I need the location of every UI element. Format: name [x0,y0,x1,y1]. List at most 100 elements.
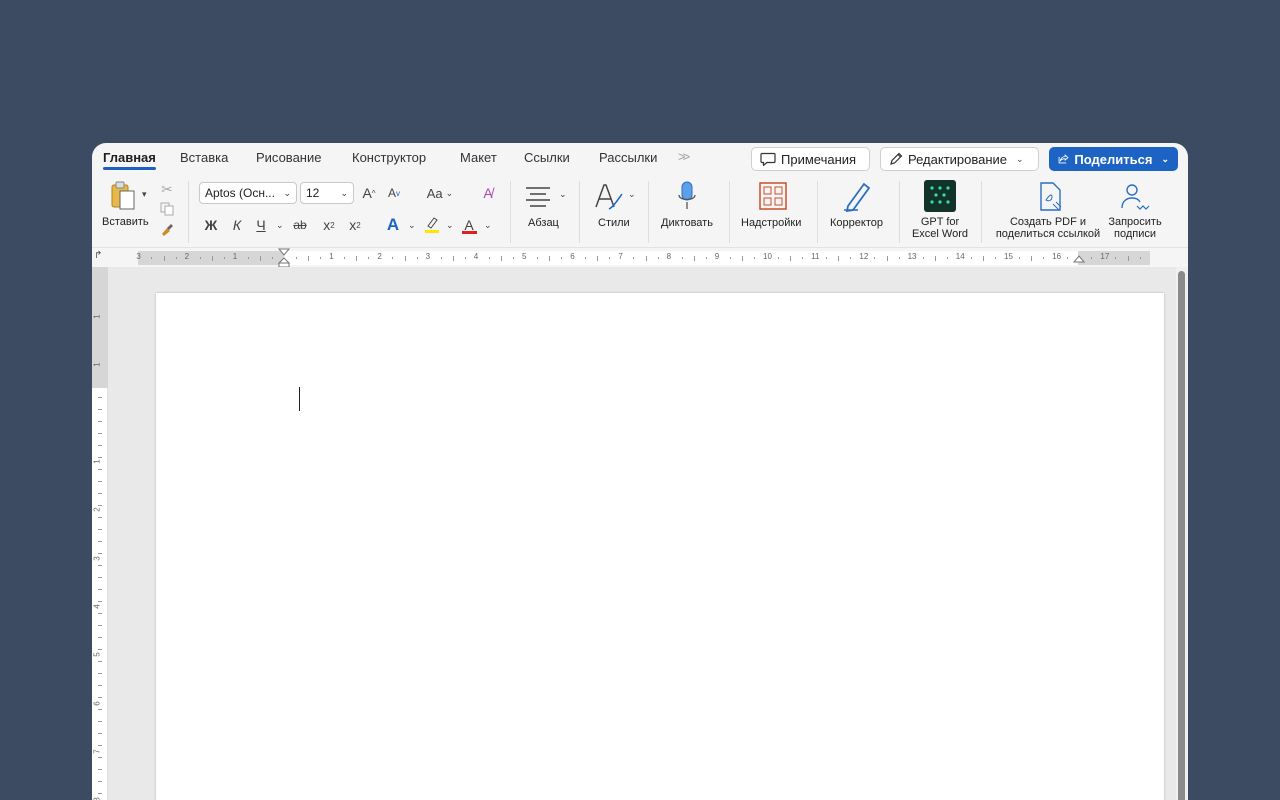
paragraph-align-icon[interactable] [522,185,554,209]
pdf-link-icon[interactable] [1036,181,1066,213]
horizontal-ruler[interactable]: ↱ 3 2 1 1 2 3 4 5 6 7 8 9 10 11 12 13 14 15 16 17 [92,247,1188,268]
tab-insert[interactable]: Вставка [180,150,228,165]
font-size-select[interactable]: 12 ⌄ [300,182,354,204]
bold-button[interactable]: Ж [202,215,220,235]
format-painter-icon[interactable] [159,221,175,237]
more-tabs-icon[interactable]: >> [678,149,690,164]
font-name-select[interactable]: Aptos (Осн... ⌄ [199,182,297,204]
ruler-tick [934,255,936,261]
ruler-tick [440,257,442,259]
gpt-for-excel-word-icon[interactable] [924,180,956,212]
ruler-number: 4 [92,604,102,609]
copy-icon[interactable] [159,201,175,217]
font-color-chevron-icon[interactable]: ⌄ [484,220,492,231]
ruler-tick [98,697,102,698]
tab-stop-selector-icon[interactable]: ↱ [94,250,102,261]
change-case-button[interactable]: Aa ⌄ [423,183,457,203]
ruler-tick [98,745,102,746]
subscript-button[interactable]: x2 [320,215,338,235]
share-button[interactable]: Поделиться ⌄ [1049,147,1178,171]
paragraph-label[interactable]: Абзац [528,217,559,229]
italic-button[interactable]: К [228,215,246,235]
paste-options-chevron-icon[interactable]: ▾ [142,189,147,200]
ruler-tick [970,257,972,259]
ruler-number: 15 [1004,252,1013,261]
styles-label[interactable]: Стили [598,217,630,229]
highlight-icon[interactable] [423,215,441,235]
ruler-tick [1091,257,1093,259]
document-page[interactable] [156,293,1164,800]
underline-options-chevron-icon[interactable]: ⌄ [276,220,284,231]
addins-label[interactable]: Надстройки [741,217,801,229]
gpt-label-line1: GPT for [920,216,960,228]
vertical-scrollbar[interactable] [1176,267,1188,800]
paste-icon[interactable] [109,181,137,211]
ruler-tick [898,257,900,259]
ruler-tick [946,257,948,259]
ruler-tick [1031,255,1033,261]
cut-icon[interactable]: ✂ [159,181,175,197]
signatures-label[interactable]: Запросить подписи [1103,216,1167,240]
grow-font-button[interactable]: A ^ [359,183,379,203]
ruler-number: 4 [473,252,479,261]
document-canvas[interactable] [108,267,1176,800]
strikethrough-button[interactable]: ab [290,215,310,235]
editor-pen-icon[interactable] [842,180,874,212]
shrink-font-button[interactable]: Av [384,183,404,203]
group-separator [899,181,900,243]
request-signature-icon[interactable] [1119,181,1151,213]
chevron-down-icon[interactable]: ⌄ [1161,154,1169,165]
ruler-tick [98,481,102,482]
gpt-label[interactable]: GPT for Excel Word [910,216,970,240]
ruler-tick [98,493,102,494]
dictate-label[interactable]: Диктовать [661,217,713,229]
ruler-number: 13 [907,252,917,261]
text-effects-icon[interactable]: A [384,215,402,235]
ruler-tick [98,409,102,410]
font-color-button[interactable]: A [460,215,478,235]
vertical-ruler[interactable]: 1112345678 [92,267,108,800]
microphone-icon[interactable] [676,179,698,213]
styles-chevron-icon[interactable]: ⌄ [628,189,636,200]
scrollbar-thumb[interactable] [1178,271,1185,800]
grow-font-icon: A [362,185,372,201]
highlight-chevron-icon[interactable]: ⌄ [446,220,454,231]
right-indent-marker-icon[interactable] [1073,254,1085,266]
ruler-tick [98,577,102,578]
indent-marker-icon[interactable] [278,248,290,268]
ruler-tick [98,565,102,566]
ruler-tick [416,257,418,259]
ruler-number: 5 [522,252,527,261]
ruler-tick [404,255,406,261]
text-effects-chevron-icon[interactable]: ⌄ [408,220,416,231]
tab-references[interactable]: Ссылки [524,150,570,165]
superscript-button[interactable]: x2 [346,215,364,235]
editing-mode-button[interactable]: Редактирование ⌄ [880,147,1039,171]
ruler-tick [308,255,310,261]
ruler-tick [1067,257,1069,259]
ruler-number: 7 [92,749,102,754]
ruler-number: 9 [714,252,720,261]
tab-layout[interactable]: Макет [460,150,497,165]
ruler-tick [98,685,102,686]
ruler-number: 17 [1100,252,1110,261]
ruler-tick [994,257,996,259]
editor-label[interactable]: Корректор [830,217,883,229]
underline-button[interactable]: Ч [252,215,270,235]
clear-formatting-icon[interactable]: A̸ [478,183,498,203]
gpt-label-line2: Excel Word [911,228,969,240]
styles-icon[interactable] [592,181,626,213]
comments-button[interactable]: Примечания [751,147,870,171]
tab-home[interactable]: Главная [103,150,156,170]
tab-mailings[interactable]: Рассылки [599,150,657,165]
ruler-tick [488,257,490,259]
font-name-value: Aptos (Осн... [205,186,275,200]
ribbon: ▾ Вставить ✂ Aptos (Осн... ⌄ 12 ⌄ A ^ Av Aa… [92,175,1188,247]
chevron-down-icon: ⌄ [340,187,348,198]
ruler-tick [320,257,322,259]
paragraph-chevron-icon[interactable]: ⌄ [559,189,567,200]
pdf-label[interactable]: Создать PDF и поделиться ссылкой [992,216,1104,240]
tab-draw[interactable]: Рисование [256,150,321,165]
tab-design[interactable]: Конструктор [352,150,426,165]
addins-icon[interactable] [758,181,788,211]
